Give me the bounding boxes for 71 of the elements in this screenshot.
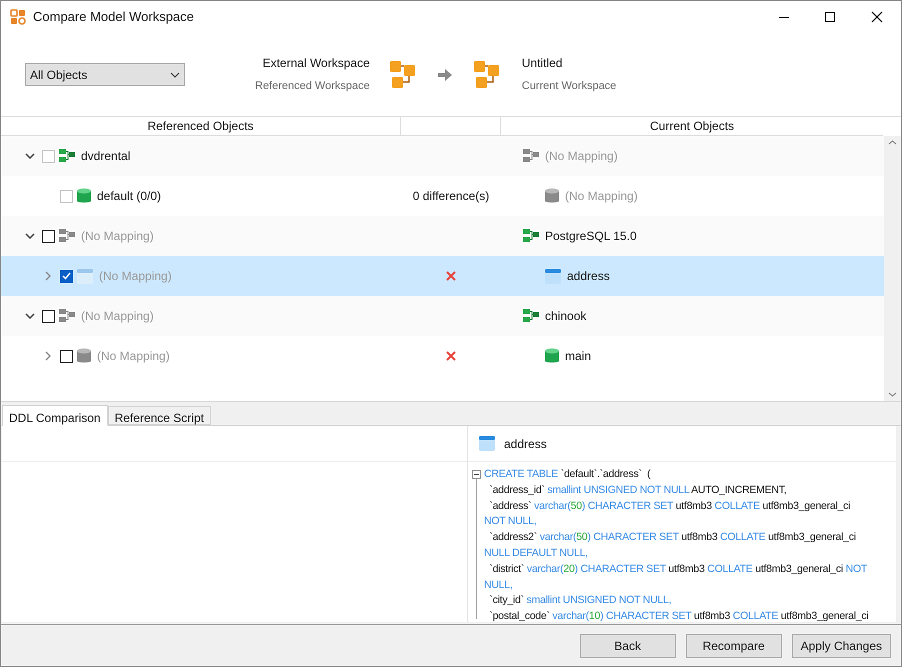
dialog-button[interactable]: Back bbox=[580, 634, 676, 658]
checkbox[interactable] bbox=[60, 270, 73, 282]
database-icon bbox=[545, 348, 559, 364]
code-line: `postal_code` varchar(10) CHARACTER SET utf8mb3 COLLATE utf8mb3_general_ci bbox=[488, 609, 868, 624]
code-line: `address` varchar(50) CHARACTER SET utf8mb3 COLLATE utf8mb3_general_ci bbox=[488, 498, 852, 514]
database-icon bbox=[77, 188, 91, 204]
difference-count: 0 difference(s) bbox=[412, 188, 490, 205]
table-icon bbox=[545, 268, 561, 284]
database-icon bbox=[77, 348, 91, 364]
arrow-right-icon bbox=[438, 68, 452, 80]
target-workspace-name: Untitled bbox=[522, 55, 564, 72]
object-name: (No Mapping) bbox=[545, 148, 618, 165]
chevron-down-icon bbox=[170, 72, 180, 78]
window-title: Compare Model Workspace bbox=[33, 8, 194, 26]
object-name: default (0/0) bbox=[97, 188, 162, 205]
workspace-icon bbox=[474, 60, 500, 88]
target-workspace-label: Current Workspace bbox=[522, 79, 616, 94]
code-line: NULL DEFAULT NULL, bbox=[484, 546, 589, 561]
code-line: NOT NULL, bbox=[484, 514, 538, 530]
object-name: (No Mapping) bbox=[565, 188, 638, 205]
tree-row[interactable]: (No Mapping) PostgreSQL 15.0 bbox=[1, 216, 884, 256]
checkbox[interactable] bbox=[60, 350, 73, 362]
object-name: (No Mapping) bbox=[81, 308, 154, 325]
source-workspace-label: Referenced Workspace bbox=[255, 79, 370, 94]
filter-dropdown[interactable]: All Objects bbox=[25, 63, 185, 86]
object-name: PostgreSQL 15.0 bbox=[545, 228, 637, 245]
object-name: (No Mapping) bbox=[99, 268, 172, 285]
schema-icon bbox=[59, 308, 75, 324]
code-line: `district` varchar(20) CHARACTER SET utf8mb3 COLLATE utf8mb3_general_ci NOT bbox=[488, 562, 868, 577]
scrollbar[interactable] bbox=[884, 136, 901, 401]
chevron-right-icon[interactable] bbox=[45, 351, 51, 361]
schema-icon bbox=[523, 308, 539, 324]
code-line: CREATE TABLE `default`.`address` ( bbox=[484, 467, 652, 482]
dialog-button[interactable]: Recompare bbox=[686, 634, 782, 658]
checkbox[interactable] bbox=[42, 230, 55, 242]
schema-icon bbox=[59, 148, 75, 164]
object-name: (No Mapping) bbox=[97, 348, 170, 365]
app-logo-icon bbox=[10, 9, 26, 25]
chevron-right-icon[interactable] bbox=[45, 271, 51, 281]
workspace-icon bbox=[390, 60, 416, 88]
code-line: NULL, bbox=[484, 578, 514, 593]
schema-icon bbox=[523, 228, 539, 244]
code-line: `city_id` smallint UNSIGNED NOT NULL, bbox=[488, 593, 672, 608]
column-header: Current Objects bbox=[649, 118, 736, 135]
chevron-down-icon[interactable] bbox=[25, 313, 35, 319]
object-name: address bbox=[567, 268, 610, 285]
tab[interactable]: Reference Script bbox=[108, 406, 211, 425]
chevron-down-icon[interactable] bbox=[25, 233, 35, 239]
object-name: address bbox=[504, 436, 547, 452]
source-workspace-name: External Workspace bbox=[262, 55, 370, 72]
code-line: `address2` varchar(50) CHARACTER SET utf8mb3 COLLATE utf8mb3_general_ci bbox=[488, 530, 857, 546]
code-line: `address_id` smallint UNSIGNED NOT NULL AUTO_INCREMENT, bbox=[488, 482, 788, 498]
scroll-down-icon[interactable] bbox=[888, 392, 897, 397]
collapse-icon[interactable] bbox=[472, 470, 480, 479]
table-icon bbox=[77, 268, 93, 284]
scroll-up-icon[interactable] bbox=[888, 140, 897, 145]
close-icon[interactable] bbox=[871, 11, 883, 23]
database-icon bbox=[545, 188, 559, 204]
checkbox[interactable] bbox=[42, 310, 55, 322]
table-icon bbox=[479, 436, 495, 451]
schema-icon bbox=[59, 228, 75, 244]
tree-row[interactable]: (No Mapping) chinook bbox=[1, 296, 884, 336]
object-name: dvdrental bbox=[81, 148, 130, 165]
schema-icon bbox=[523, 148, 539, 164]
tab[interactable]: DDL Comparison bbox=[2, 405, 108, 426]
object-name: chinook bbox=[545, 308, 586, 325]
object-name: main bbox=[565, 348, 592, 365]
object-name: (No Mapping) bbox=[81, 228, 154, 245]
tree-row[interactable]: (No Mapping) address bbox=[1, 256, 884, 296]
dialog-button[interactable]: Apply Changes bbox=[792, 634, 891, 658]
column-header: Referenced Objects bbox=[1, 117, 401, 135]
